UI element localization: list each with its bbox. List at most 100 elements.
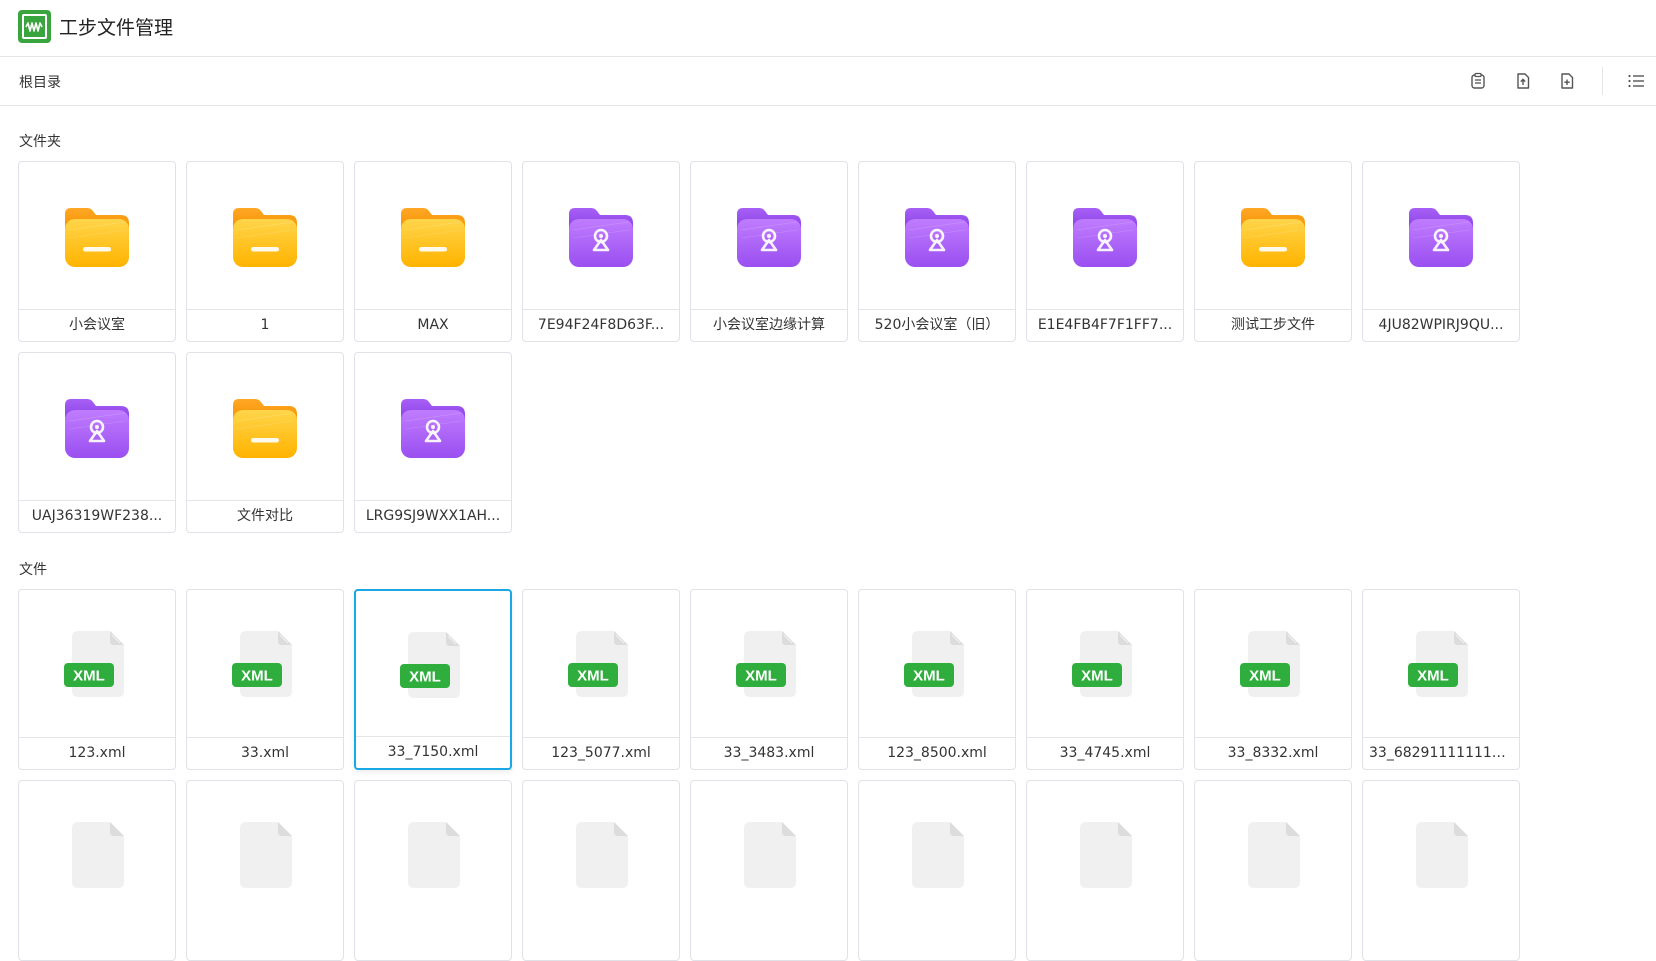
file-card[interactable]: XML 33_682911111111.... — [1362, 589, 1520, 770]
device-folder-icon — [691, 162, 847, 310]
xml-file-icon: XML — [859, 590, 1015, 738]
file-icon — [859, 781, 1015, 929]
file-card[interactable]: XML 123_8500.xml — [858, 589, 1016, 770]
upload-file-button[interactable] — [1510, 68, 1536, 94]
file-card[interactable] — [858, 780, 1016, 961]
folder-name: 测试工步文件 — [1195, 309, 1351, 341]
xml-file-icon: XML — [1027, 590, 1183, 738]
folder-name: 520小会议室（旧） — [859, 309, 1015, 341]
new-file-button[interactable] — [1554, 68, 1580, 94]
file-card[interactable]: XML 33.xml — [186, 589, 344, 770]
folder-card[interactable]: 1 — [186, 161, 344, 342]
folder-name: LRG9SJ9WXX1AH... — [355, 500, 511, 532]
folder-name: 7E94F24F8D63F... — [523, 309, 679, 341]
folder-icon — [1195, 162, 1351, 310]
file-name: 33_682911111111.... — [1363, 737, 1519, 769]
svg-text:XML: XML — [409, 669, 441, 686]
svg-text:XML: XML — [745, 668, 777, 685]
folder-name: 4JU82WPIRJ9QU... — [1363, 309, 1519, 341]
svg-text:XML: XML — [73, 668, 105, 685]
xml-file-icon: XML — [1363, 590, 1519, 738]
folder-grid: 小会议室 1 MAX 7E94F24F8D63F... 小会议室边缘计算 520小会议室（… — [18, 161, 1520, 533]
file-name: 123.xml — [19, 737, 175, 769]
app-logo-icon — [18, 10, 51, 43]
file-card[interactable] — [186, 780, 344, 961]
file-card[interactable] — [354, 780, 512, 961]
folder-card[interactable]: 小会议室 — [18, 161, 176, 342]
file-name: 33_7150.xml — [356, 736, 510, 768]
file-icon — [523, 781, 679, 929]
file-icon — [19, 781, 175, 929]
svg-text:XML: XML — [577, 668, 609, 685]
folder-card[interactable]: 7E94F24F8D63F... — [522, 161, 680, 342]
list-view-button[interactable] — [1623, 68, 1649, 94]
folder-name: 小会议室边缘计算 — [691, 309, 847, 341]
folder-card[interactable]: LRG9SJ9WXX1AH... — [354, 352, 512, 533]
folder-icon — [187, 353, 343, 501]
xml-file-icon: XML — [356, 591, 510, 739]
file-card[interactable] — [1026, 780, 1184, 961]
folder-icon — [355, 162, 511, 310]
folder-card[interactable]: 小会议室边缘计算 — [690, 161, 848, 342]
xml-file-icon: XML — [523, 590, 679, 738]
file-card[interactable] — [522, 780, 680, 961]
file-card[interactable]: XML 123_5077.xml — [522, 589, 680, 770]
folder-name: 文件对比 — [187, 500, 343, 532]
list-view-icon — [1628, 74, 1644, 88]
file-card[interactable] — [1362, 780, 1520, 961]
file-name: 33_8332.xml — [1195, 737, 1351, 769]
folder-icon — [187, 162, 343, 310]
folder-card[interactable]: E1E4FB4F7F1FF7... — [1026, 161, 1184, 342]
file-card[interactable] — [690, 780, 848, 961]
file-card[interactable]: XML 33_7150.xml — [354, 589, 512, 770]
app-title: 工步文件管理 — [59, 17, 174, 39]
file-name: 33_4745.xml — [1027, 737, 1183, 769]
file-grid: XML 123.xml XML 33.xml XML 33_7150.xml XML 123_… — [18, 589, 1520, 961]
file-card[interactable]: XML 33_3483.xml — [690, 589, 848, 770]
folder-card[interactable]: 测试工步文件 — [1194, 161, 1352, 342]
device-folder-icon — [523, 162, 679, 310]
clipboard-icon — [1471, 72, 1485, 89]
svg-text:XML: XML — [241, 668, 273, 685]
file-icon — [691, 781, 847, 929]
file-card[interactable] — [18, 780, 176, 961]
folder-name: E1E4FB4F7F1FF7... — [1027, 309, 1183, 341]
folder-card[interactable]: 4JU82WPIRJ9QU... — [1362, 161, 1520, 342]
file-name: 123_8500.xml — [859, 737, 1015, 769]
file-card[interactable]: XML 123.xml — [18, 589, 176, 770]
xml-file-icon: XML — [187, 590, 343, 738]
folder-name: 小会议室 — [19, 309, 175, 341]
file-name: 33.xml — [187, 737, 343, 769]
folder-card[interactable]: UAJ36319WF238... — [18, 352, 176, 533]
folder-card[interactable]: MAX — [354, 161, 512, 342]
file-card[interactable]: XML 33_4745.xml — [1026, 589, 1184, 770]
upload-file-icon — [1517, 73, 1530, 89]
svg-text:XML: XML — [1249, 668, 1281, 685]
svg-text:XML: XML — [913, 668, 945, 685]
device-folder-icon — [859, 162, 1015, 310]
folder-name: UAJ36319WF238... — [19, 500, 175, 532]
breadcrumb-root[interactable]: 根目录 — [19, 72, 61, 92]
files-section-label: 文件 — [19, 562, 47, 578]
file-icon — [1195, 781, 1351, 929]
svg-text:XML: XML — [1417, 668, 1449, 685]
title-bar: 工步文件管理 — [0, 0, 1656, 57]
file-name: 33_3483.xml — [691, 737, 847, 769]
clipboard-button[interactable] — [1465, 68, 1491, 94]
device-folder-icon — [1027, 162, 1183, 310]
file-card[interactable]: XML 33_8332.xml — [1194, 589, 1352, 770]
xml-file-icon: XML — [19, 590, 175, 738]
folder-name: MAX — [355, 309, 511, 341]
xml-file-icon: XML — [1195, 590, 1351, 738]
file-icon — [1363, 781, 1519, 929]
folder-name: 1 — [187, 309, 343, 341]
file-card[interactable] — [1194, 780, 1352, 961]
device-folder-icon — [19, 353, 175, 501]
folder-card[interactable]: 文件对比 — [186, 352, 344, 533]
folder-card[interactable]: 520小会议室（旧） — [858, 161, 1016, 342]
folders-section-label: 文件夹 — [19, 134, 61, 150]
file-icon — [355, 781, 511, 929]
device-folder-icon — [355, 353, 511, 501]
toolbar-divider — [1602, 67, 1603, 95]
folder-icon — [19, 162, 175, 310]
